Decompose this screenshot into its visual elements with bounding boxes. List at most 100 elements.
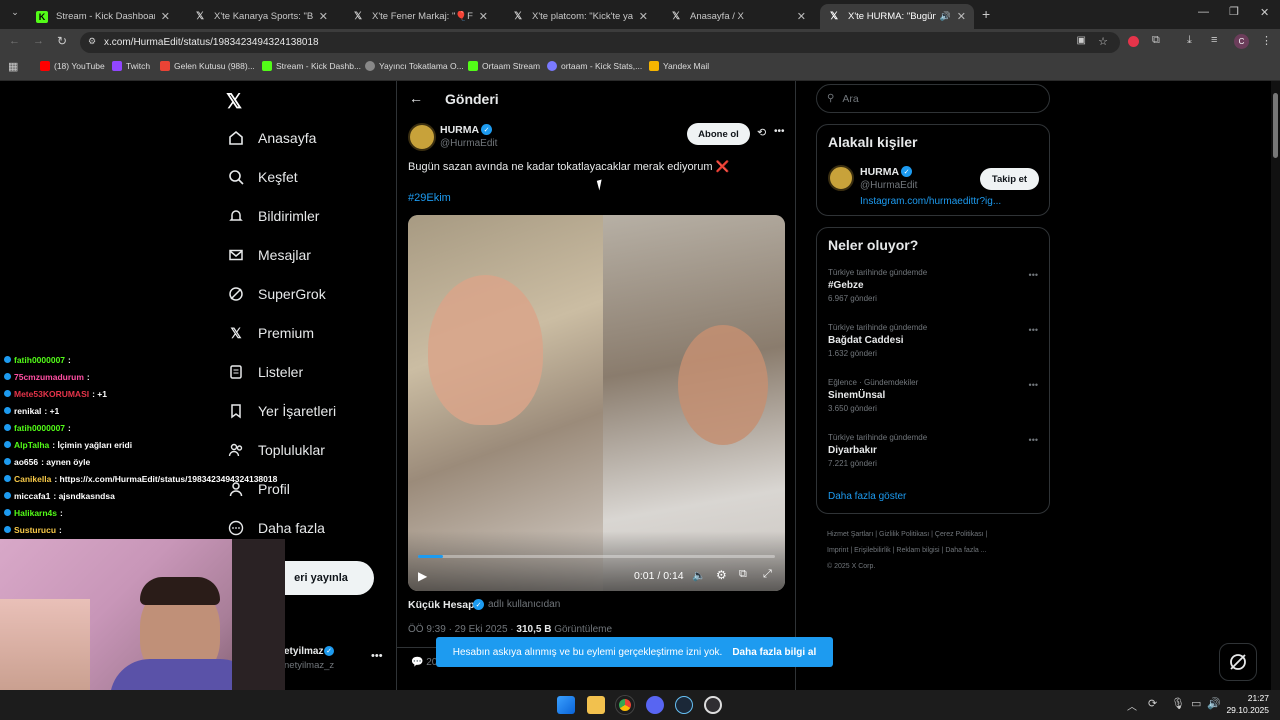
grok-explain-icon[interactable]: ⟲ [757, 126, 766, 139]
tab-fener-markaj[interactable]: 𝕏 X'te Fener Markaj: "🎈Fenerbah ✕ [344, 4, 496, 29]
author-avatar[interactable] [408, 123, 436, 151]
close-icon[interactable]: ✕ [161, 10, 170, 23]
extension-icon-red[interactable] [1128, 36, 1139, 47]
bookmark-twitch[interactable]: Twitch [112, 61, 150, 71]
chat-username[interactable]: miccafa1 [14, 491, 50, 501]
chat-username[interactable]: renikal [14, 406, 41, 416]
microphone-icon[interactable]: 🎙 [1171, 697, 1185, 710]
footer-link[interactable]: Erişilebilirlik [854, 547, 891, 554]
settings-gear-icon[interactable]: ⚙ [716, 568, 727, 582]
minimize-button[interactable]: — [1198, 6, 1209, 18]
network-icon[interactable]: ▭ [1191, 697, 1201, 710]
trend-more-icon[interactable]: ••• [1029, 270, 1038, 280]
tab-kick-dashboard[interactable]: K Stream - Kick Dashboard ✕ [28, 4, 178, 29]
windows-start-icon[interactable] [557, 696, 575, 714]
clock-time[interactable]: 21:27 [1229, 693, 1269, 703]
toast-learn-more-link[interactable]: Daha fazla bilgi al [732, 647, 816, 658]
discord-icon[interactable] [646, 696, 664, 714]
search-box[interactable]: ⚲ Ara [816, 84, 1050, 113]
nav-premium[interactable]: 𝕏 Premium [228, 325, 314, 342]
person-avatar[interactable] [828, 165, 854, 191]
reload-icon[interactable]: ↻ [57, 34, 67, 48]
profile-avatar[interactable]: C [1234, 34, 1249, 49]
footer-link[interactable]: Hizmet Şartları [827, 531, 873, 538]
trend-more-icon[interactable]: ••• [1029, 380, 1038, 390]
apps-grid-icon[interactable]: ▦ [8, 60, 18, 73]
nav-communities[interactable]: Topluluklar [228, 442, 325, 458]
tab-platcom[interactable]: 𝕏 X'te platcom: "Kick'te yayın yap ✕ [504, 4, 656, 29]
obs-icon[interactable] [704, 696, 722, 714]
author-name[interactable]: HURMA [440, 124, 479, 136]
close-window-button[interactable]: ✕ [1260, 6, 1269, 19]
volume-icon[interactable]: 🔊 [1207, 697, 1221, 710]
nav-home[interactable]: Anasayfa [228, 130, 316, 146]
reply-action[interactable]: 💬 20 [411, 657, 437, 668]
author-handle[interactable]: @HurmaEdit [440, 138, 497, 149]
chrome-icon[interactable] [616, 696, 634, 714]
back-icon[interactable]: ← [9, 35, 20, 47]
trend-item[interactable]: Türkiye tarihinde gündemde Bağdat Caddes… [828, 323, 1038, 358]
scrollbar-thumb[interactable] [1273, 93, 1278, 158]
footer-link[interactable]: Gizlilik Politikası [879, 531, 929, 538]
forward-icon[interactable]: → [33, 35, 44, 47]
post-timestamp[interactable]: ÖÖ 9:39 · 29 Eki 2025 · [408, 624, 514, 635]
footer-link[interactable]: Çerez Politikası [935, 531, 984, 538]
footer-link[interactable]: Daha fazla ... [945, 547, 986, 554]
bookmark-kick-stats[interactable]: ortaam - Kick Stats,... [547, 61, 642, 71]
tab-kanarya-sports[interactable]: 𝕏 X'te Kanarya Sports: "BAL Ligi t ✕ [186, 4, 336, 29]
close-icon[interactable]: ✕ [797, 10, 806, 23]
back-arrow-icon[interactable]: ← [409, 90, 423, 106]
pip-icon[interactable]: ⧉ [739, 568, 747, 581]
tab-anasayfa[interactable]: 𝕏 Anasayfa / X ✕ [662, 4, 814, 29]
video-player[interactable]: ▶ 0:01 / 0:14 🔈 ⚙ ⧉ ⤢ [408, 215, 785, 591]
trend-item[interactable]: Türkiye tarihinde gündemde #Gebze 6.967 … [828, 268, 1038, 303]
speaker-icon[interactable]: 🔊 [940, 11, 951, 22]
media-icon[interactable]: ≡ [1211, 34, 1217, 46]
trend-item[interactable]: Eğlence · Gündemdekiler SinemÜnsal 3.650… [828, 378, 1038, 413]
chat-username[interactable]: Canikella [14, 474, 51, 484]
video-source-name[interactable]: Küçük Hesap [408, 599, 475, 611]
account-menu-icon[interactable]: ••• [371, 650, 383, 662]
chat-username[interactable]: Susturucu [14, 525, 56, 535]
person-name[interactable]: HURMA [860, 166, 899, 178]
trend-item[interactable]: Türkiye tarihinde gündemde Diyarbakır 7.… [828, 433, 1038, 468]
nav-bookmarks[interactable]: Yer İşaretleri [228, 403, 336, 419]
steam-icon[interactable] [675, 696, 693, 714]
chat-username[interactable]: Halikarn4s [14, 508, 57, 518]
bookmark-gmail[interactable]: Gelen Kutusu (988)... [160, 61, 255, 71]
bookmark-ortaam-stream[interactable]: Ortaam Stream [468, 61, 540, 71]
bookmark-yandex-mail[interactable]: Yandex Mail [649, 61, 709, 71]
tray-chevron-icon[interactable]: ︿ [1127, 698, 1137, 713]
file-explorer-icon[interactable] [587, 696, 605, 714]
star-icon[interactable]: ☆ [1098, 35, 1108, 48]
subscribe-button[interactable]: Abone ol [687, 123, 750, 145]
download-icon[interactable]: ⤓ [1187, 34, 1192, 47]
bookmark-tokatlama[interactable]: Yayıncı Tokatlama O... [365, 61, 464, 71]
footer-link[interactable]: Imprint [827, 547, 848, 554]
nav-supergrok[interactable]: SuperGrok [228, 286, 326, 302]
nav-notifications[interactable]: Bildirimler [228, 208, 319, 224]
chat-username[interactable]: fatih0000007 [14, 355, 65, 365]
chat-username[interactable]: 75cmzumadurum [14, 372, 84, 382]
person-bio-link[interactable]: Instagram.com/hurmaedittr?ig... [860, 196, 1001, 207]
grok-floating-button[interactable] [1219, 643, 1257, 681]
chat-username[interactable]: ao656 [14, 457, 38, 467]
volume-icon[interactable]: 🔈 [692, 569, 706, 582]
tab-search-icon[interactable]: ⌄ [8, 7, 22, 21]
new-tab-button[interactable]: + [982, 6, 990, 22]
nav-messages[interactable]: Mesajlar [228, 247, 311, 263]
address-bar[interactable]: ⚙ x.com/HurmaEdit/status/198342349432413… [80, 32, 1120, 53]
tray-app-icon[interactable]: ⟳ [1148, 697, 1157, 710]
bookmark-kick-dashboard[interactable]: Stream - Kick Dashb... [262, 61, 361, 71]
close-icon[interactable]: ✕ [319, 10, 328, 23]
chat-username[interactable]: Mete53KORUMASI [14, 389, 89, 399]
chat-username[interactable]: AlpTalha [14, 440, 49, 450]
person-handle[interactable]: @HurmaEdit [860, 180, 917, 191]
close-icon[interactable]: ✕ [479, 10, 488, 23]
trend-more-icon[interactable]: ••• [1029, 435, 1038, 445]
close-icon[interactable]: ✕ [639, 10, 648, 23]
play-icon[interactable]: ▶ [418, 569, 427, 583]
hashtag-link[interactable]: #29Ekim [408, 192, 451, 204]
nav-lists[interactable]: Listeler [228, 364, 303, 380]
show-more-link[interactable]: Daha fazla göster [828, 491, 906, 502]
